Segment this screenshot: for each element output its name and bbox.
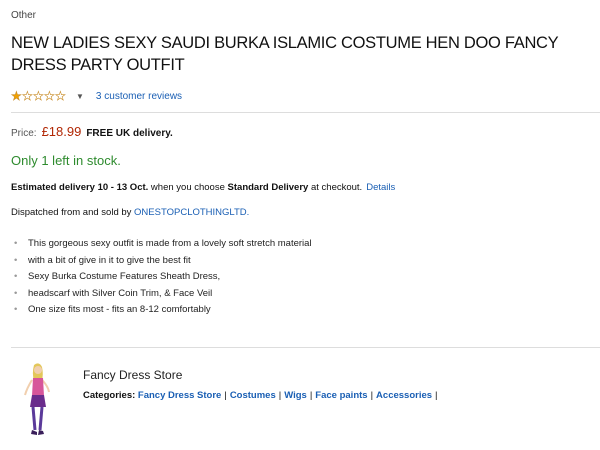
category-separator: | — [224, 390, 227, 401]
estimated-delivery: Estimated delivery 10 - 13 Oct. when you… — [11, 182, 395, 193]
bullet-icon: • — [14, 304, 18, 315]
delivery-text: when you choose — [148, 182, 228, 193]
stock-status: Only 1 left in stock. — [11, 153, 121, 168]
store-category-link[interactable]: Accessories — [376, 390, 432, 401]
dispatch-info: Dispatched from and sold by ONESTOPCLOTH… — [11, 207, 249, 218]
delivery-option: Standard Delivery — [227, 182, 309, 193]
categories-label: Categories: — [83, 390, 136, 401]
star-empty-icon: ★ — [55, 89, 66, 103]
bullet-icon: • — [14, 271, 18, 282]
feature-item: • with a bit of give in it to give the be… — [14, 253, 312, 270]
delivery-date: Estimated delivery 10 - 13 Oct. — [11, 182, 149, 193]
store-category-link[interactable]: Costumes — [230, 390, 276, 401]
costume-figure-image[interactable] — [22, 362, 52, 437]
divider — [11, 112, 600, 113]
rating-dropdown-caret-icon[interactable]: ▼ — [76, 92, 84, 101]
seller-link[interactable]: ONESTOPCLOTHINGLTD. — [134, 207, 249, 218]
feature-text: headscarf with Silver Coin Trim, & Face … — [28, 287, 213, 299]
feature-text: with a bit of give in it to give the bes… — [28, 254, 191, 266]
category-separator: | — [370, 390, 374, 401]
bullet-icon: • — [14, 254, 18, 266]
rating-row: ★ ★ ★ ★ ★ ▼ 3 customer reviews — [11, 89, 182, 103]
feature-list: • This gorgeous sexy outfit is made from … — [14, 236, 312, 319]
store-name[interactable]: Fancy Dress Store — [83, 368, 182, 382]
category-separator: | — [309, 390, 313, 401]
star-filled-icon: ★ — [11, 89, 22, 103]
store-categories: Categories: Fancy Dress Store | Costumes | W… — [83, 390, 441, 401]
store-category-link[interactable]: Wigs — [284, 390, 307, 401]
store-category-link[interactable]: Face paints — [315, 390, 367, 401]
customer-reviews-link[interactable]: 3 customer reviews — [96, 91, 182, 102]
feature-item: • One size fits most - fits an 8-12 comfo… — [14, 302, 312, 319]
feature-text: One size fits most - fits an 8-12 comfor… — [28, 304, 211, 315]
category-separator: | — [278, 390, 282, 401]
star-rating[interactable]: ★ ★ ★ ★ ★ — [11, 89, 66, 103]
bullet-icon: • — [14, 287, 18, 299]
details-link[interactable]: Details — [366, 182, 395, 193]
star-empty-icon: ★ — [22, 89, 33, 103]
product-title: NEW LADIES SEXY SAUDI BURKA ISLAMIC COST… — [11, 34, 559, 74]
divider — [11, 347, 600, 348]
price-label: Price: — [11, 128, 37, 139]
price-value: £18.99 — [41, 124, 82, 139]
bullet-icon: • — [14, 238, 18, 249]
free-delivery-text: FREE UK delivery. — [86, 128, 173, 139]
store-category-link[interactable]: Fancy Dress Store — [138, 390, 221, 401]
category-breadcrumb[interactable]: Other — [11, 10, 36, 21]
feature-item: • Sexy Burka Costume Features Sheath Dres… — [14, 269, 312, 286]
feature-text: This gorgeous sexy outfit is made from a… — [28, 238, 312, 249]
star-empty-icon: ★ — [33, 89, 44, 103]
feature-item: • headscarf with Silver Coin Trim, & Face… — [14, 286, 312, 303]
delivery-suffix: at checkout. — [308, 182, 363, 193]
star-empty-icon: ★ — [44, 89, 55, 103]
feature-text: Sexy Burka Costume Features Sheath Dress… — [28, 271, 221, 282]
feature-item: • This gorgeous sexy outfit is made from … — [14, 236, 312, 253]
price-row: Price: £18.99 FREE UK delivery. — [11, 124, 173, 139]
category-separator: | — [435, 390, 438, 401]
dispatch-label: Dispatched from and sold by — [11, 207, 135, 218]
